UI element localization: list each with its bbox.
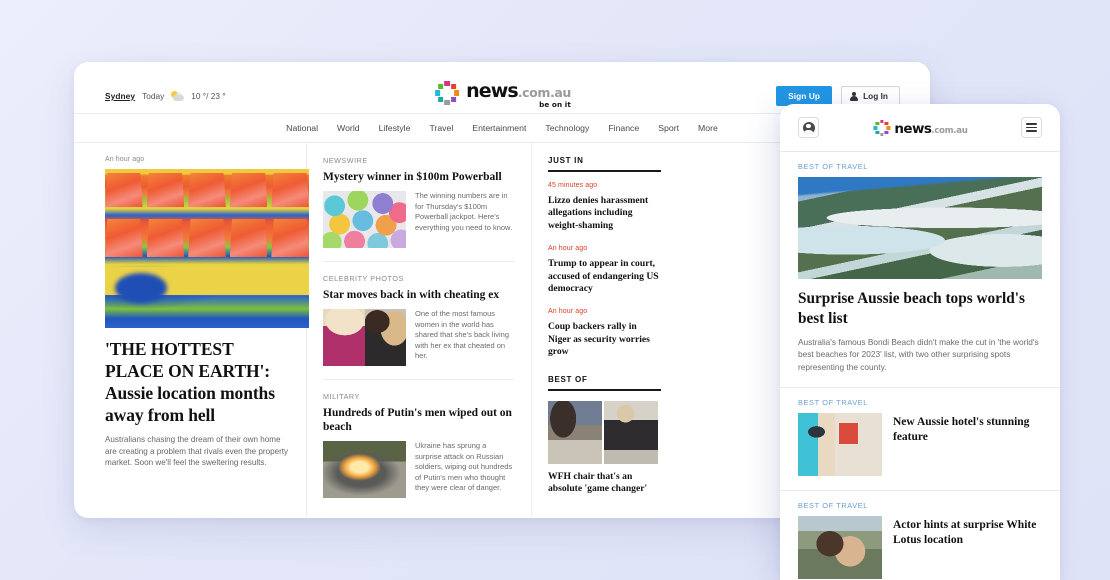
divider	[323, 261, 515, 262]
weather-day: Today	[142, 91, 165, 101]
mobile-list-item: BEST OF TRAVEL New Aussie hotel's stunni…	[780, 388, 1060, 477]
account-button[interactable]	[798, 117, 819, 138]
just-in-column: JUST IN 45 minutes ago Lizzo denies hara…	[531, 143, 681, 517]
divider	[323, 379, 515, 380]
story-summary: One of the most famous women in the worl…	[415, 309, 509, 361]
mobile-header: news.com.au	[780, 104, 1060, 152]
explosion-photo-thumbnail[interactable]	[323, 441, 406, 498]
mobile-list-item: BEST OF TRAVEL Actor hints at surprise W…	[780, 491, 1060, 580]
nav-item-world[interactable]: World	[337, 123, 360, 133]
logo-main-text: news	[894, 121, 932, 137]
logo-domain-text: .com.au	[517, 85, 571, 100]
item-headline[interactable]: New Aussie hotel's stunning feature	[893, 413, 1042, 476]
hero-standfirst: Australians chasing the dream of their o…	[105, 435, 289, 468]
secondary-stories-column: NEWSWIRE Mystery winner in $100m Powerba…	[306, 143, 531, 517]
story-summary: The winning numbers are in for Thursday'…	[415, 191, 513, 232]
log-in-label: Log In	[863, 91, 888, 101]
story-card: MILITARY Hundreds of Putin's men wiped o…	[323, 392, 515, 498]
logo-domain-text: .com.au	[931, 126, 968, 136]
item-kicker: BEST OF TRAVEL	[798, 398, 869, 408]
story-kicker: MILITARY	[323, 392, 360, 401]
sign-up-button[interactable]: Sign Up	[776, 86, 833, 106]
mobile-logo-wordmark: news.com.au	[894, 118, 967, 138]
nav-item-more[interactable]: More	[698, 123, 718, 133]
nav-item-technology[interactable]: Technology	[545, 123, 589, 133]
mobile-content: BEST OF TRAVEL Surprise Aussie beach top…	[780, 152, 1060, 580]
nav-item-finance[interactable]: Finance	[608, 123, 639, 133]
story-card: CELEBRITY PHOTOS Star moves back in with…	[323, 274, 515, 366]
nav-item-lifestyle[interactable]: Lifestyle	[379, 123, 411, 133]
story-kicker: CELEBRITY PHOTOS	[323, 274, 404, 283]
weather-temps: 10 °/ 23 °	[191, 91, 226, 101]
actor-thumbnail[interactable]	[798, 516, 882, 580]
story-headline[interactable]: Star moves back in with cheating ex	[323, 288, 515, 302]
item-kicker: BEST OF TRAVEL	[798, 501, 869, 511]
news-logo-dots-icon	[872, 119, 891, 138]
mobile-app-card: news.com.au BEST OF TRAVEL Surprise Auss…	[780, 104, 1060, 580]
just-in-title: JUST IN	[548, 156, 584, 165]
person-icon	[850, 91, 859, 101]
logo-wordmark: news.com.au be on it	[466, 79, 571, 109]
logo-main-text: news	[466, 80, 519, 102]
celebrity-photo-thumbnail[interactable]	[323, 309, 406, 366]
menu-button[interactable]	[1021, 117, 1042, 138]
account-circle-icon	[802, 121, 815, 134]
lead-headline[interactable]: Surprise Aussie beach tops world's best …	[780, 279, 1060, 328]
site-logo[interactable]: news.com.au be on it	[433, 79, 571, 109]
story-kicker: NEWSWIRE	[323, 156, 368, 165]
auth-buttons: Sign Up Log In	[776, 86, 900, 106]
story-card: NEWSWIRE Mystery winner in $100m Powerba…	[323, 156, 515, 248]
beach-aerial-photo[interactable]	[798, 177, 1042, 279]
powerball-balls-thumbnail[interactable]	[323, 191, 406, 248]
best-of-headline[interactable]: WFH chair that's an absolute 'game chang…	[548, 471, 661, 496]
news-logo-dots-icon	[433, 79, 461, 107]
weather-widget[interactable]: Sydney Today 10 °/ 23 °	[105, 91, 226, 101]
section-rule	[548, 170, 661, 172]
item-timestamp: An hour ago	[548, 308, 588, 316]
story-headline[interactable]: Hundreds of Putin's men wiped out on bea…	[323, 406, 515, 434]
item-headline[interactable]: Trump to appear in court, accused of end…	[548, 258, 661, 295]
hero-headline[interactable]: 'THE HOTTEST PLACE ON EARTH': Aussie loc…	[105, 338, 290, 426]
hotel-thumbnail[interactable]	[798, 413, 882, 477]
nav-item-sport[interactable]: Sport	[658, 123, 679, 133]
lead-kicker: BEST OF TRAVEL	[798, 162, 869, 171]
just-in-item: 45 minutes ago Lizzo denies harassment a…	[548, 182, 661, 232]
wfh-chair-thumbnail[interactable]	[548, 400, 658, 464]
item-headline[interactable]: Coup backers rally in Niger as security …	[548, 321, 661, 358]
best-of-title: BEST OF	[548, 374, 588, 384]
item-timestamp: 45 minutes ago	[548, 182, 598, 189]
item-headline[interactable]: Lizzo denies harassment allegations incl…	[548, 195, 661, 232]
weather-city[interactable]: Sydney	[105, 91, 135, 101]
item-timestamp: An hour ago	[548, 245, 588, 253]
hero-column: An hour ago 'THE HOTTEST PLACE ON EARTH'…	[74, 143, 309, 517]
partly-cloudy-icon	[171, 91, 185, 101]
just-in-item: An hour ago Coup backers rally in Niger …	[548, 308, 661, 358]
lead-standfirst: Australia's famous Bondi Beach didn't ma…	[798, 337, 1039, 372]
story-summary: Ukraine has sprung a surprise attack on …	[415, 441, 513, 493]
thermal-aerial-photo[interactable]	[105, 169, 309, 328]
hero-timestamp: An hour ago	[105, 156, 145, 163]
just-in-item: An hour ago Trump to appear in court, ac…	[548, 245, 661, 295]
nav-item-national[interactable]: National	[286, 123, 318, 133]
item-headline[interactable]: Actor hints at surprise White Lotus loca…	[893, 516, 1042, 579]
mobile-site-logo[interactable]: news.com.au	[872, 118, 968, 138]
log-in-button[interactable]: Log In	[841, 86, 900, 106]
section-rule	[548, 388, 661, 391]
nav-item-travel[interactable]: Travel	[429, 123, 453, 133]
nav-item-entertainment[interactable]: Entertainment	[472, 123, 526, 133]
story-headline[interactable]: Mystery winner in $100m Powerball	[323, 170, 515, 184]
hamburger-menu-icon	[1026, 123, 1037, 132]
